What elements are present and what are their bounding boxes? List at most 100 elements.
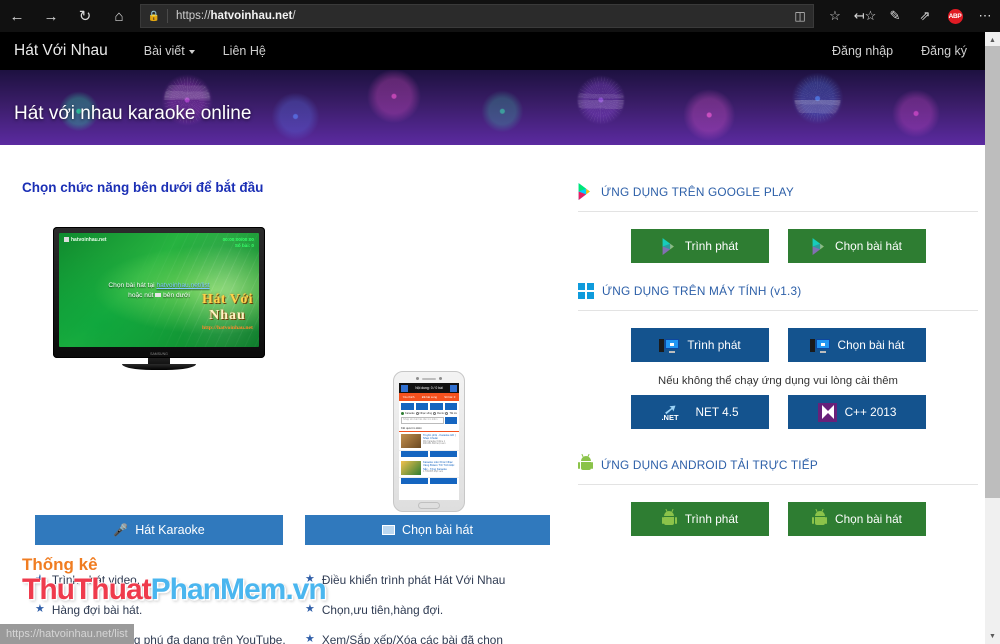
tv-timer: 00:00:00/00:00 Số bài: 0 <box>223 237 254 248</box>
address-bar[interactable]: 🔒 https://hatvoinhau.net/ ◫ <box>140 4 814 28</box>
star-icon[interactable]: ☆ <box>820 0 850 32</box>
tv-msg-link: hatvoinhau.net/list <box>156 282 209 289</box>
dotnet-download-button[interactable]: ➚.NET NET 4.5 <box>631 395 769 429</box>
nav-item-lien-he[interactable]: Liên Hệ <box>209 44 280 58</box>
reading-view-icon[interactable]: ◫ <box>787 9 813 23</box>
phone-mockup-image: Nội dung: 0 / 0 bài Yêu thích Đã hát xon… <box>393 371 465 512</box>
phone-earpiece <box>394 376 464 381</box>
tv-timer-line1: 00:00:00/00:00 <box>223 237 254 243</box>
watermark-blue-part: PhanMem.vn <box>151 573 326 606</box>
microphone-icon: 🎤 <box>113 523 128 537</box>
section-windows: ỨNG DỤNG TRÊN MÁY TÍNH (v1.3) Trình phát… <box>578 283 978 429</box>
phone-home-button <box>418 502 440 509</box>
tv-brand-line1: Hát Với <box>202 292 253 308</box>
section-button-row: Trình phát Chọn bài hát <box>578 502 978 536</box>
home-icon[interactable]: ⌂ <box>102 0 136 32</box>
right-column: ỨNG DỤNG TRÊN GOOGLE PLAY Trình phát Chọ… <box>578 145 978 644</box>
vertical-scrollbar[interactable]: ▲ ▼ <box>985 32 1000 644</box>
android-player-button[interactable]: Trình phát <box>631 502 769 536</box>
vcpp-download-button[interactable]: C++ 2013 <box>788 395 926 429</box>
banner-title: Hát với nhau karaoke online <box>14 103 251 125</box>
watermark-red-part: ThuThuat <box>22 573 151 606</box>
phone-item-views: 1.709.805 lượt xem <box>423 471 457 473</box>
phone-tabs: Yêu thích Đã hát xong Số bài: 0 <box>399 393 459 401</box>
web-notes-icon[interactable]: ✎ <box>880 0 910 32</box>
phone-radio-0: Karaoke <box>401 412 415 415</box>
tv-logo-text: hatvoinhau.net <box>71 237 107 243</box>
android-songpicker-button[interactable]: Chọn bài hát <box>788 502 926 536</box>
feature-item: ★Chọn,ưu tiên,hàng đợi. <box>305 603 505 617</box>
windows-logo-icon <box>578 283 594 299</box>
stats-watermark-block: Thống kê ThuThuatPhanMem.vn <box>22 555 326 607</box>
chon-bai-hat-label: Chọn bài hát <box>402 523 473 537</box>
phone-app-bar: Nội dung: 0 / 0 bài <box>399 383 459 393</box>
phone-search-row: Nhập tên bài hát cần tìm kiếm <box>399 417 459 426</box>
android-robot-icon <box>812 511 827 528</box>
tv-site-logo: hatvoinhau.net <box>64 237 107 243</box>
dotnet-icon: ➚.NET <box>661 402 687 422</box>
nav-item-dang-nhap[interactable]: Đăng nhập <box>818 44 907 58</box>
desktop-pc-icon <box>810 338 830 353</box>
prereq-button-row: ➚.NET NET 4.5 C++ 2013 <box>578 395 978 429</box>
nav-item-label: Bài viết <box>144 44 185 58</box>
refresh-icon[interactable]: ↻ <box>68 0 102 32</box>
favorites-hub-icon[interactable]: ↤☆ <box>850 0 880 32</box>
feature-label: Xem/Sắp xếp/Xóa các bài đã chọn <box>322 633 503 644</box>
phone-thumb <box>401 461 421 475</box>
tv-msg-prefix: Chọn bài hát tại <box>108 282 156 289</box>
site-navbar: Hát Với Nhau Bài viết Liên Hệ Đăng nhập … <box>0 32 985 70</box>
phone-list-item: Truyền phôi - Karaoke HD | Nhạc Chuẩn MG… <box>399 432 459 451</box>
url-domain: hatvoinhau.net <box>211 10 293 22</box>
nav-item-bai-viet[interactable]: Bài viết <box>130 44 209 58</box>
scrollbar-thumb[interactable] <box>985 46 1000 498</box>
tv-brand-url: http://hatvoinhau.net <box>202 325 253 331</box>
status-bar-url: https://hatvoinhau.net/list <box>0 624 134 644</box>
ellipsis-icon[interactable]: ⋯ <box>970 0 1000 32</box>
nav-item-dang-ky[interactable]: Đăng ký <box>907 44 985 58</box>
chevron-down-icon <box>189 50 195 54</box>
hat-karaoke-button[interactable]: 🎤 Hát Karaoke <box>35 515 283 545</box>
feature-label: Điều khiển trình phát Hát Với Nhau <box>322 573 505 587</box>
feature-list-right: ★ Điều khiển trình phát Hát Với Nhau ★Chọ… <box>305 573 505 644</box>
gplay-songpicker-label: Chọn bài hát <box>835 239 902 253</box>
adblock-badge: ABP <box>948 9 963 24</box>
phone-control-buttons <box>399 401 459 412</box>
address-url-text[interactable]: https://hatvoinhau.net/ <box>168 10 787 22</box>
phone-item-title: Truyền phôi - Karaoke HD | Nhạc Chuẩn <box>423 434 457 441</box>
phone-radio-3: Tất cả <box>445 412 456 415</box>
section-google-play: ỨNG DỤNG TRÊN GOOGLE PLAY Trình phát Chọ… <box>578 183 978 263</box>
section-divider <box>578 484 978 485</box>
phone-search-icon <box>445 417 457 424</box>
star-icon: ★ <box>305 633 315 644</box>
prereq-note: Nếu không thể chạy ứng dụng vui lòng cài… <box>578 375 978 387</box>
phone-tab-2: Số bài: 0 <box>444 395 455 399</box>
phone-item-meta: Truyền phôi - Karaoke HD | Nhạc Chuẩn MG… <box>423 434 457 448</box>
gplay-player-button[interactable]: Trình phát <box>631 229 769 263</box>
phone-item-actions <box>399 451 459 459</box>
tv-timer-line2: Số bài: 0 <box>223 243 254 249</box>
page-content: Chọn chức năng bên dưới để bắt đầu hatvo… <box>0 145 985 644</box>
url-path: / <box>292 10 295 22</box>
phone-tab-1: Đã hát xong <box>422 395 437 399</box>
back-arrow-icon[interactable]: ← <box>0 0 34 32</box>
forward-arrow-icon[interactable]: → <box>34 0 68 32</box>
share-icon[interactable]: ⇗ <box>910 0 940 32</box>
chon-bai-hat-button[interactable]: Chọn bài hát <box>305 515 550 545</box>
tv-msg-line2a: hoặc nút <box>128 292 155 299</box>
stats-title: Thống kê <box>22 555 326 575</box>
tv-stand <box>122 364 196 370</box>
section-divider <box>578 211 978 212</box>
windows-player-label: Trình phát <box>687 338 740 352</box>
scrollbar-track[interactable] <box>985 498 1000 628</box>
section-header: ỨNG DỤNG TRÊN MÁY TÍNH (v1.3) <box>578 283 978 299</box>
hat-karaoke-label: Hát Karaoke <box>135 523 204 537</box>
site-brand[interactable]: Hát Với Nhau <box>0 42 130 60</box>
windows-songpicker-button[interactable]: Chọn bài hát <box>788 328 926 362</box>
screen-icon <box>382 525 395 535</box>
adblock-plus-icon[interactable]: ABP <box>940 0 970 32</box>
windows-player-button[interactable]: Trình phát <box>631 328 769 362</box>
hero-banner: Hát với nhau karaoke online <box>0 70 985 145</box>
gplay-songpicker-button[interactable]: Chọn bài hát <box>788 229 926 263</box>
phone-thumb <box>401 434 421 448</box>
scroll-down-arrow-icon[interactable]: ▼ <box>985 628 1000 644</box>
